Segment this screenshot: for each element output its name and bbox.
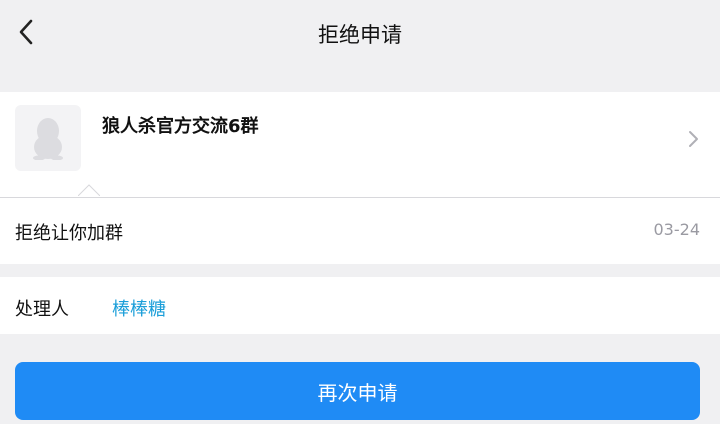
- rejection-info-row: 拒绝让你加群 03-24: [0, 198, 720, 264]
- navigation-bar: 拒绝申请: [0, 0, 720, 68]
- pointer-notch-icon: [78, 184, 100, 196]
- group-card[interactable]: 狼人杀官方交流6群: [0, 92, 720, 198]
- group-name: 狼人杀官方交流6群: [102, 116, 259, 137]
- back-button[interactable]: [12, 16, 40, 48]
- reapply-button[interactable]: 再次申请: [15, 362, 700, 420]
- chevron-right-icon: [689, 131, 698, 147]
- page-title: 拒绝申请: [318, 23, 402, 47]
- rejection-date: 03-24: [653, 220, 701, 239]
- handler-label: 处理人: [15, 299, 69, 320]
- penguin-avatar-icon: [33, 118, 63, 160]
- group-avatar: [15, 105, 81, 171]
- handler-row: 处理人 棒棒糖: [0, 277, 720, 334]
- handler-name-link[interactable]: 棒棒糖: [112, 295, 166, 321]
- rejection-status-text: 拒绝让你加群: [15, 223, 123, 244]
- chevron-left-icon: [19, 19, 33, 45]
